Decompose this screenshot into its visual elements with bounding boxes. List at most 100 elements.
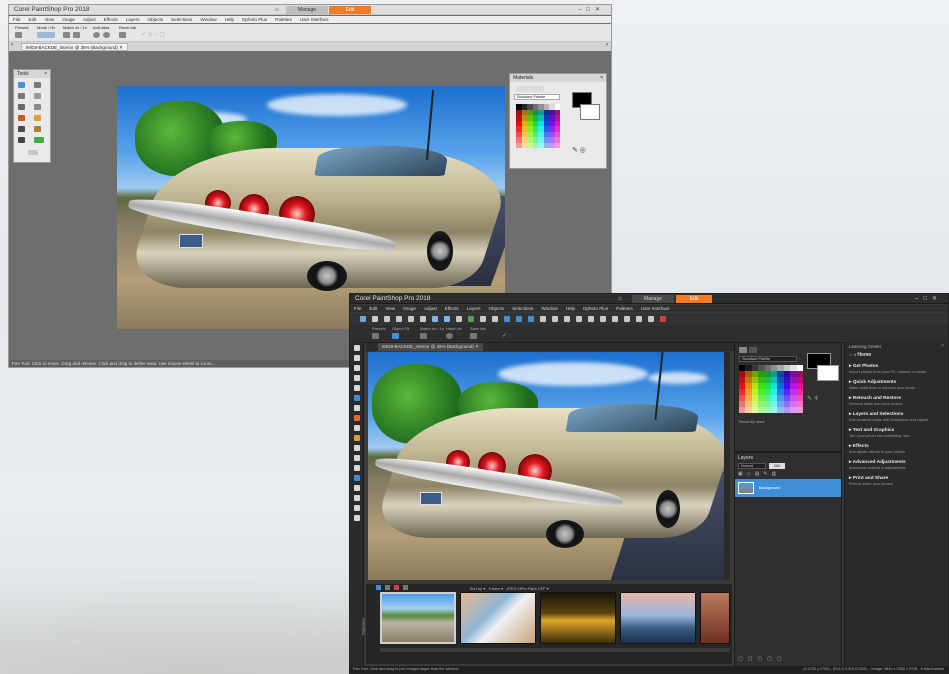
tool-icon[interactable] [354,435,360,441]
opt-presets[interactable]: Presets [372,326,386,340]
menu-layers[interactable]: Layers [467,306,481,311]
toolbar-icon[interactable] [636,316,642,322]
sort-dropdown[interactable]: Sort by [470,586,483,591]
toolbar-icon[interactable] [444,316,450,322]
toolbar-icon[interactable] [372,316,378,322]
background-color[interactable] [580,104,600,120]
menu-palettes[interactable]: Palettes [616,306,633,311]
document-tab[interactable]: IMG8-BACKDE_Interior @ 35% (Background) … [21,43,128,51]
menu-image[interactable]: Image [62,17,75,22]
more-tools-icon[interactable] [28,150,38,155]
menu-help[interactable]: Help [225,17,234,22]
list-icon[interactable] [385,585,391,590]
color-swatch[interactable] [796,407,803,413]
toolbar-icon[interactable] [624,316,630,322]
toolbar-icon[interactable] [492,316,498,322]
car-photo-canvas[interactable] [368,352,724,580]
rotate-icon[interactable] [403,585,409,590]
thumbnail-pier[interactable] [620,592,696,644]
dropper-tool-icon[interactable] [18,104,25,110]
opt-save[interactable]: Save tab [470,326,486,340]
apply-cancel[interactable]: ✓ ◇ ○ ▢ [141,31,165,38]
layer-bottom-icons[interactable]: ▢▢▢▢▢ [738,656,787,662]
palette-dropdown[interactable]: Standard Palette [514,94,560,100]
toolbar-icon[interactable] [468,316,474,322]
blend-mode-dropdown[interactable]: Normal [738,463,766,469]
opacity-field[interactable]: 100 [769,463,785,469]
toolbar-icon[interactable] [420,316,426,322]
window-controls[interactable]: –□✕ [578,6,605,13]
close-icon[interactable]: × [941,343,944,349]
opt-match[interactable]: Match clr / 1n [63,25,87,39]
preset-icon[interactable] [15,32,22,38]
tool-icon[interactable] [354,405,360,411]
menu-window[interactable]: Window [200,17,216,22]
mode-select-icon[interactable] [37,32,55,38]
toolbar-icon[interactable] [480,316,486,322]
texture-pattern-icons[interactable]: ✎ ✛ [807,395,819,402]
menu-objects[interactable]: Objects [148,17,164,22]
layer-tool-icons[interactable]: ▣◇▤✎▥ [738,471,780,477]
texture-pattern-icons[interactable]: ✎ ◎ [572,146,586,154]
tab-manage[interactable]: Manage [632,295,674,303]
menu-user-interface[interactable]: User Interface [641,306,670,311]
lc-layers-selections[interactable]: ▸ Layers and Selections Edit localized ar… [849,412,944,422]
thumbnail-sunset-field[interactable] [540,592,616,644]
opt-hatch[interactable]: Hatch clr [446,326,462,340]
menu-adjust[interactable]: Adjust [424,306,437,311]
toolbar-icon[interactable] [408,316,414,322]
tab-edit[interactable]: Edit [676,295,712,303]
lc-get-photos[interactable]: ▸ Get Photos Import photos from your PC, … [849,364,944,374]
toolbar-icon[interactable] [504,316,510,322]
lc-effects[interactable]: ▸ Effects Add artistic effects to your ph… [849,444,944,454]
tool-icon[interactable] [354,355,360,361]
fill-tool-icon[interactable] [34,126,41,132]
tool-icon[interactable] [354,425,360,431]
opt-antialias[interactable]: Anti-alias [93,25,113,39]
toolbar-icon[interactable] [612,316,618,322]
toolbar-icon[interactable] [588,316,594,322]
back-arrow-icon[interactable]: ⌂ ◂ [849,352,856,358]
menu-view[interactable]: View [385,306,395,311]
toolbar-icon[interactable] [360,316,366,322]
zoom-in-icon[interactable] [63,32,70,38]
scroll-right-icon[interactable]: › [606,42,608,48]
zoom-out-icon[interactable] [73,32,80,38]
menu-dphoto[interactable]: Dphoto Plus [583,306,608,311]
zoom-icon[interactable] [420,333,427,339]
tool-icon[interactable] [354,505,360,511]
lc-retouch-restore[interactable]: ▸ Retouch and Restore Remove flaws from y… [849,396,944,406]
tab-edit[interactable]: Edit [329,6,371,14]
menu-layers[interactable]: Layers [126,17,140,22]
menu-edit[interactable]: Edit [369,306,377,311]
layer-row-background[interactable]: Background [735,479,841,497]
vertical-scrollbar[interactable] [724,352,730,580]
fit-icon[interactable] [392,333,399,339]
move-tool-icon[interactable] [18,93,25,99]
eraser-tool-icon[interactable] [18,126,25,132]
menu-file[interactable]: File [354,306,361,311]
standard-toolbar-icons[interactable] [360,316,672,324]
tool-icon[interactable] [354,495,360,501]
opt-presets[interactable]: Presets [15,25,29,39]
circle-icon[interactable] [103,32,110,38]
opt-fit[interactable]: Object Fit [392,326,409,340]
frame-icons[interactable] [516,86,544,92]
document-tab[interactable]: IMG8-BACKDE_Interior @ 36% (Background) … [378,343,483,351]
lc-advanced-adjustments[interactable]: ▸ Advanced Adjustments Advanced controls … [849,460,944,470]
tool-icon[interactable] [354,475,360,481]
thumbnail-car-selected[interactable] [380,592,456,644]
brush-tool-icon[interactable] [18,115,25,121]
home-tab-icon[interactable]: ⌂ [614,295,626,303]
lc-text-graphics[interactable]: ▸ Text and Graphics Turn your photo into … [849,428,944,438]
scroll-left-icon[interactable]: ‹ [11,42,13,48]
menu-help[interactable]: Help [566,306,575,311]
frame-icons[interactable] [739,347,769,353]
reject-icon[interactable] [394,585,400,590]
color-swatch-grid[interactable] [739,365,803,413]
toolbar-icon[interactable] [564,316,570,322]
menu-user-interface[interactable]: User Interface [300,17,329,22]
menu-dphoto[interactable]: Dphoto Plus [242,17,267,22]
retouch-tool-icon[interactable] [34,115,41,121]
menu-image[interactable]: Image [403,306,416,311]
